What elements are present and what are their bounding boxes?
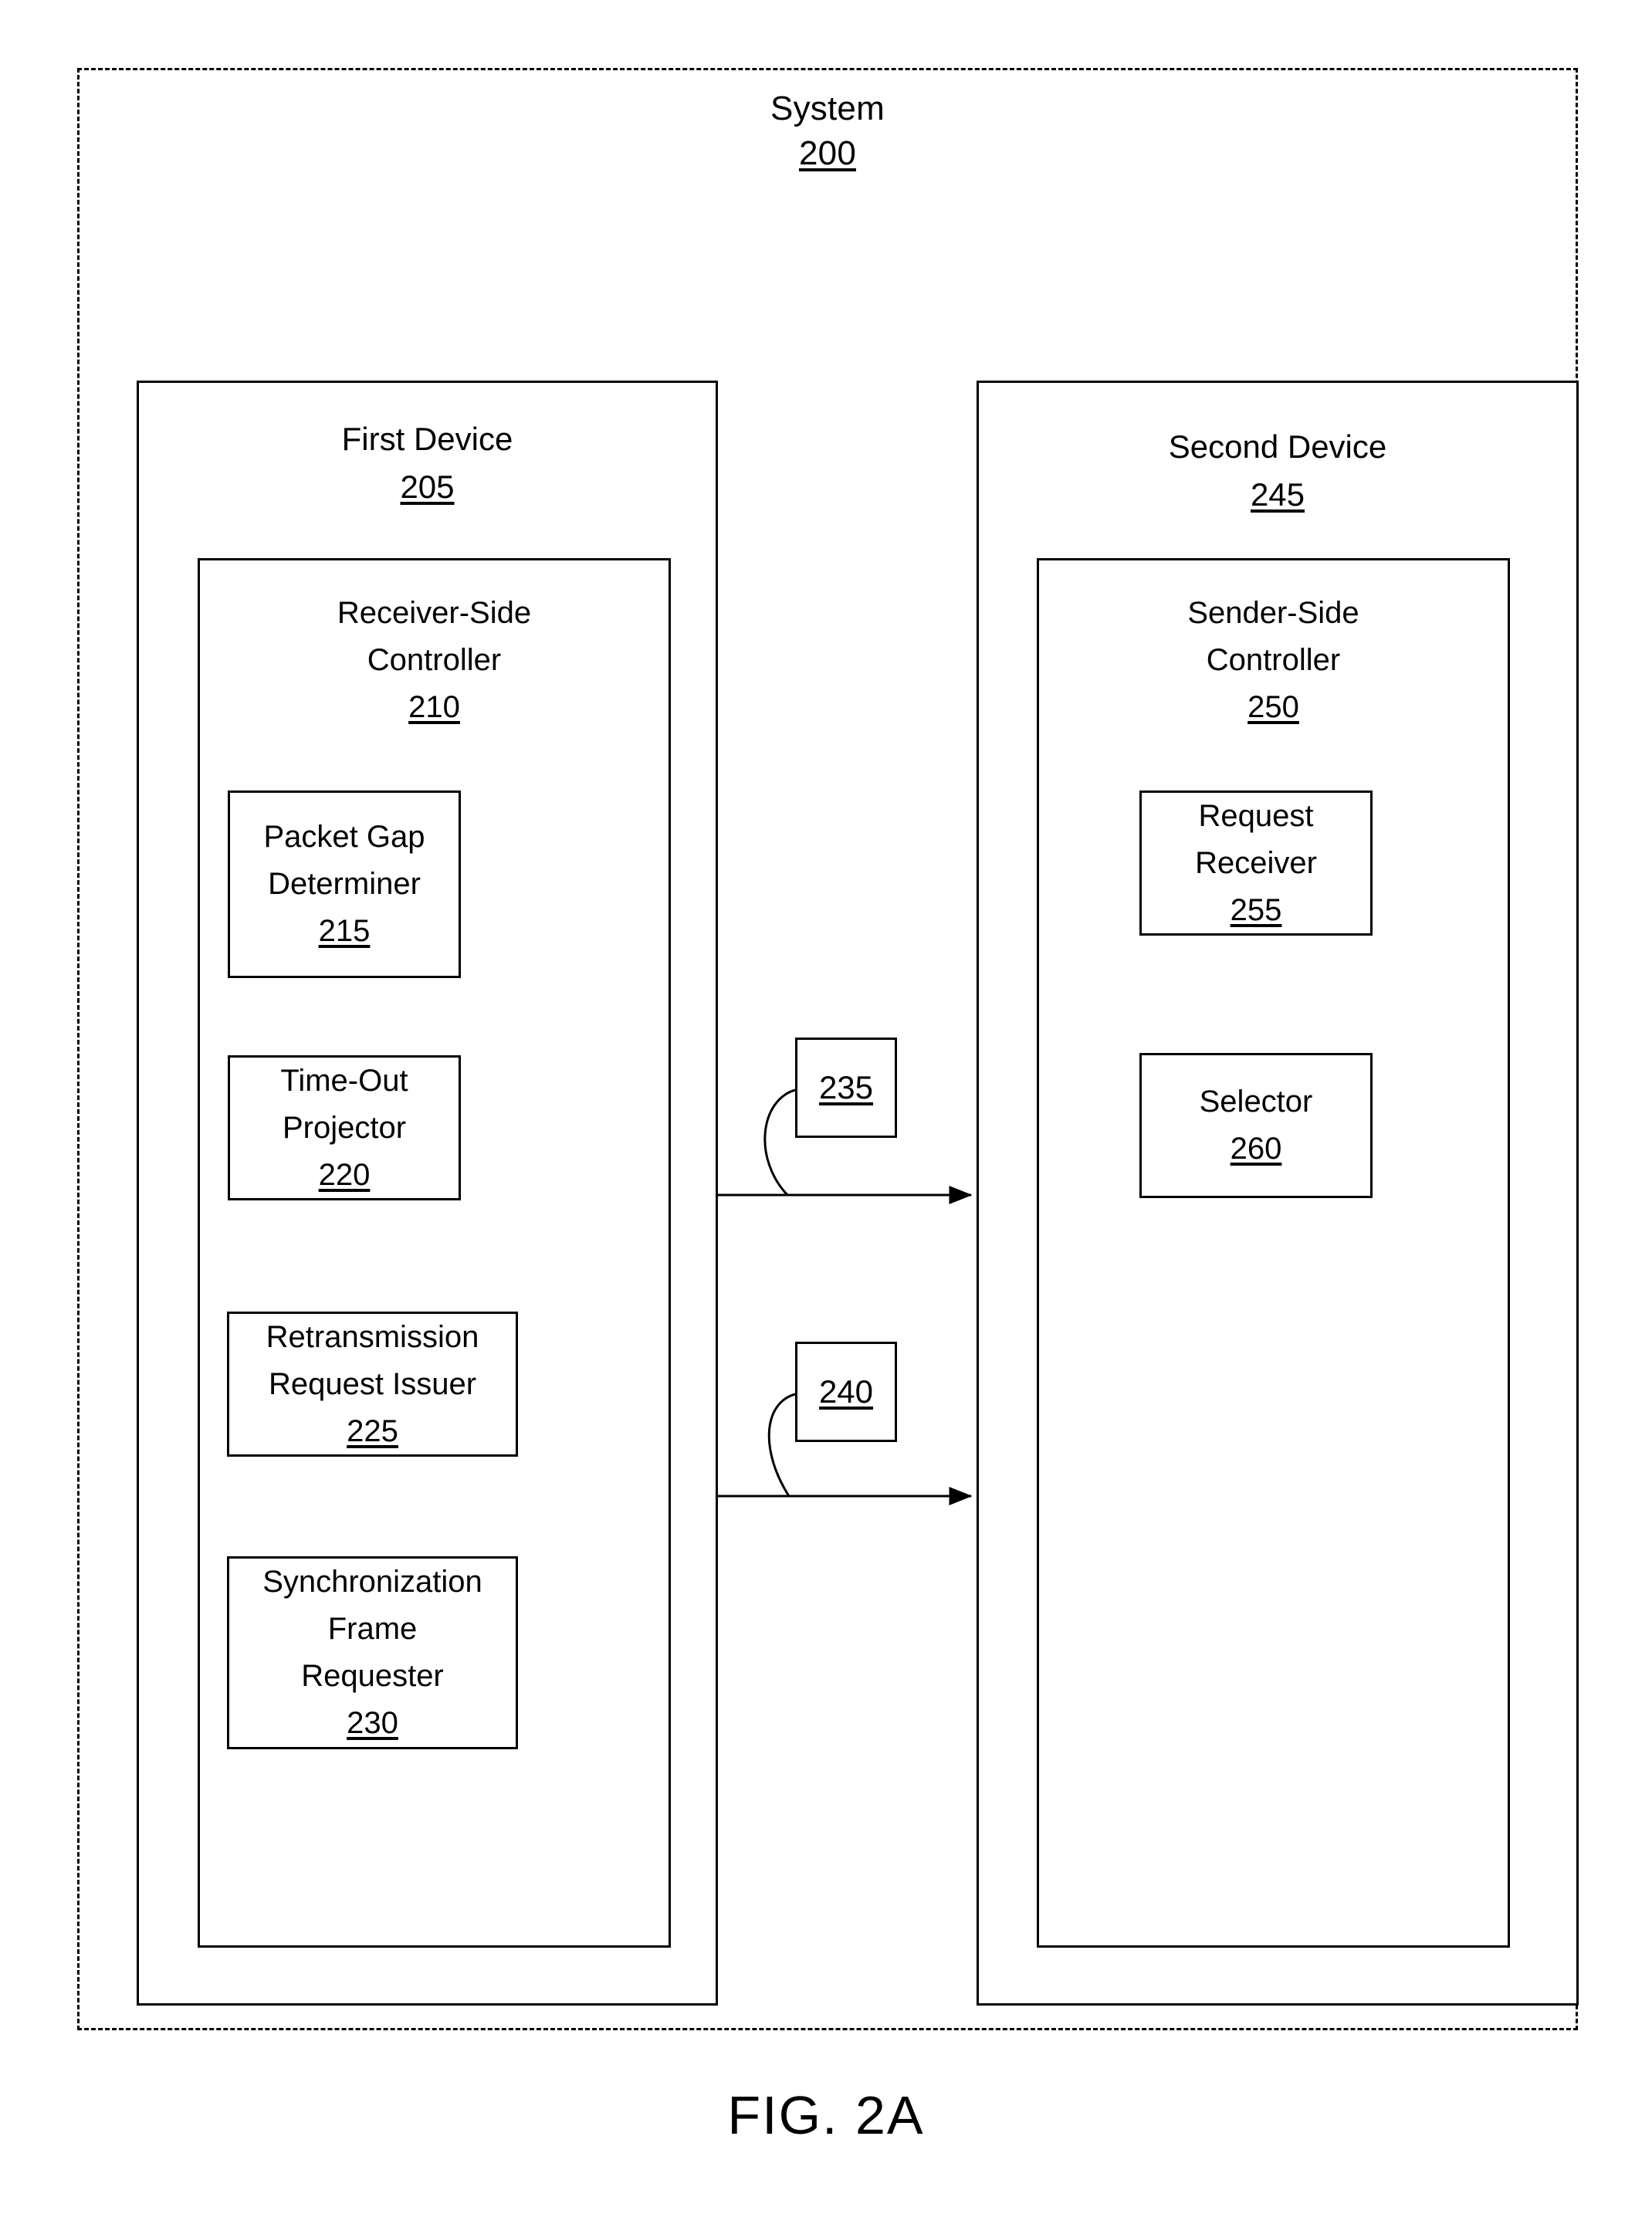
- packet-gap-determiner-label: Packet Gap Determiner: [263, 820, 425, 901]
- first-device: First Device 205 Receiver-Side Controlle…: [137, 381, 718, 2006]
- first-device-title: First Device: [341, 421, 513, 457]
- packet-gap-determiner: Packet Gap Determiner 215: [228, 790, 461, 978]
- sender-controller-ref: 250: [1039, 684, 1508, 731]
- connector-ref-235-number: 235: [818, 1069, 874, 1105]
- connector-ref-240: 240: [795, 1342, 897, 1442]
- first-device-title-line: First Device 205: [139, 415, 716, 511]
- request-receiver-label: Request Receiver: [1195, 798, 1317, 880]
- system-ref: 200: [80, 130, 1576, 177]
- selector-label: Selector: [1199, 1085, 1313, 1119]
- retransmission-request-issuer-ref: 225: [347, 1413, 398, 1448]
- retransmission-request-issuer-label: Retransmission Request Issuer: [266, 1319, 479, 1401]
- first-device-ref-number: 205: [400, 469, 455, 505]
- second-device-ref-number: 245: [1250, 476, 1305, 513]
- sender-controller-ref-number: 250: [1247, 690, 1299, 724]
- selector-ref: 260: [1230, 1132, 1282, 1166]
- packet-gap-determiner-ref: 215: [318, 914, 371, 948]
- receiver-controller-title: Receiver-Side Controller: [337, 596, 532, 677]
- figure-page: System 200 First Device 205 Receiver-Sid…: [0, 0, 1652, 2214]
- request-receiver-ref: 255: [1230, 892, 1282, 927]
- figure-caption: FIG. 2A: [727, 2085, 925, 2145]
- sender-side-controller: Sender-Side Controller 250 Request Recei…: [1037, 558, 1510, 1948]
- connector-ref-235: 235: [795, 1038, 897, 1138]
- receiver-controller-ref-number: 210: [408, 690, 460, 724]
- time-out-projector: Time-Out Projector 220: [228, 1055, 461, 1200]
- synchronization-frame-requester-label: Synchronization Frame Requester: [262, 1565, 482, 1693]
- second-device-title-line: Second Device 245: [979, 423, 1576, 519]
- receiver-controller-ref: 210: [200, 684, 669, 731]
- time-out-projector-ref: 220: [318, 1157, 371, 1192]
- second-device-title: Second Device: [1168, 428, 1387, 465]
- system-ref-number: 200: [798, 134, 856, 172]
- retransmission-request-issuer: Retransmission Request Issuer 225: [227, 1312, 518, 1457]
- sender-controller-title: Sender-Side Controller: [1187, 596, 1359, 677]
- connector-ref-240-number: 240: [818, 1373, 874, 1410]
- sender-controller-heading: Sender-Side Controller 250: [1039, 590, 1508, 731]
- receiver-side-controller: Receiver-Side Controller 210 Packet Gap …: [198, 558, 671, 1948]
- selector: Selector 260: [1139, 1053, 1373, 1198]
- second-device: Second Device 245 Sender-Side Controller…: [977, 381, 1579, 2006]
- first-device-ref: 205: [139, 463, 716, 511]
- synchronization-frame-requester: Synchronization Frame Requester 230: [227, 1556, 518, 1749]
- synchronization-frame-requester-ref: 230: [347, 1706, 398, 1740]
- second-device-ref: 245: [979, 471, 1576, 519]
- system-title: System: [770, 90, 885, 127]
- time-out-projector-label: Time-Out Projector: [280, 1063, 408, 1145]
- request-receiver: Request Receiver 255: [1139, 790, 1373, 936]
- receiver-controller-heading: Receiver-Side Controller 210: [200, 590, 669, 731]
